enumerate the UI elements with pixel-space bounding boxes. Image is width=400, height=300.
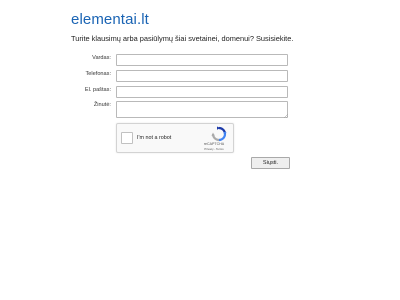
field-row-email: El. paštas: xyxy=(0,86,400,100)
email-input[interactable] xyxy=(116,86,288,98)
recaptcha-widget: I'm not a robot reCAPTCHA Privacy - Term… xyxy=(116,123,234,153)
name-label: Vardas: xyxy=(92,55,111,61)
recaptcha-links[interactable]: Privacy - Terms xyxy=(197,147,231,151)
recaptcha-label: I'm not a robot xyxy=(137,135,172,141)
name-input[interactable] xyxy=(116,54,288,66)
phone-input[interactable] xyxy=(116,70,288,82)
email-label: El. paštas: xyxy=(84,87,111,93)
recaptcha-logo-icon xyxy=(211,126,227,142)
field-row-phone: Telefonas: xyxy=(0,70,400,84)
phone-label: Telefonas: xyxy=(85,71,112,77)
recaptcha-checkbox[interactable] xyxy=(121,132,133,144)
site-title: elementai.lt xyxy=(71,11,149,28)
submit-button[interactable]: Siųsti. xyxy=(251,157,290,169)
message-textarea[interactable] xyxy=(116,101,288,118)
field-row-name: Vardas: xyxy=(0,54,400,68)
intro-text: Turite klausimų arba pasiūlymų šiai svet… xyxy=(71,34,294,43)
field-row-message: Žinutė: xyxy=(0,101,400,118)
recaptcha-brand: reCAPTCHA xyxy=(203,142,225,146)
message-label: Žinutė: xyxy=(93,102,111,108)
